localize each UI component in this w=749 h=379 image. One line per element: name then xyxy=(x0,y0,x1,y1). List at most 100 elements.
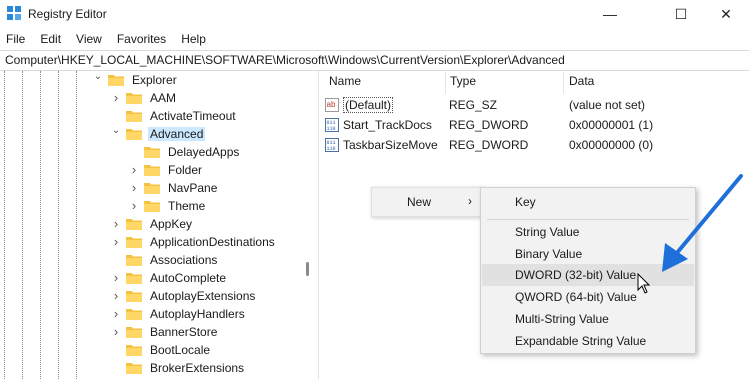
tree-node[interactable]: Associations xyxy=(111,251,219,269)
tree-node[interactable]: › AAM xyxy=(111,89,178,107)
new-submenu: Key String Value Binary Value DWORD (32-… xyxy=(480,187,696,354)
folder-icon xyxy=(126,236,142,248)
folder-icon xyxy=(144,182,160,194)
chevron-right-icon[interactable]: › xyxy=(111,307,121,320)
tree-node[interactable]: › ApplicationDestinations xyxy=(111,233,277,251)
chevron-down-icon[interactable]: ⌄ xyxy=(111,126,121,139)
tree-node-label: BootLocale xyxy=(150,343,211,357)
mouse-cursor-icon xyxy=(637,273,651,294)
tree-node[interactable]: › AutoplayHandlers xyxy=(111,305,247,323)
folder-icon xyxy=(126,254,142,266)
tree-guide-line xyxy=(76,71,77,379)
pane-splitter[interactable] xyxy=(318,71,323,379)
menu-item-new[interactable]: New xyxy=(407,195,431,209)
maximize-button[interactable]: ☐ xyxy=(658,0,704,28)
tree-node[interactable]: ⌄ Advanced xyxy=(111,125,206,143)
folder-icon xyxy=(126,326,142,338)
folder-icon xyxy=(126,308,142,320)
tree-node[interactable]: › BannerStore xyxy=(111,323,219,341)
chevron-right-icon[interactable]: › xyxy=(111,271,121,284)
submenu-arrow-icon: › xyxy=(468,194,472,208)
maximize-icon: ☐ xyxy=(674,5,688,22)
menu-file[interactable]: File xyxy=(0,30,33,48)
tree-guide-line xyxy=(22,71,23,379)
folder-icon xyxy=(126,128,142,140)
folder-icon xyxy=(126,290,142,302)
chevron-right-icon[interactable]: › xyxy=(111,217,121,230)
binary-value-icon: 011 110 xyxy=(325,118,339,132)
menu-item-string-value[interactable]: String Value xyxy=(482,221,694,243)
close-button[interactable]: ✕ xyxy=(703,0,749,28)
folder-icon xyxy=(108,74,124,86)
folder-icon xyxy=(144,164,160,176)
tree-node-label: Associations xyxy=(150,253,218,267)
scrollbar-thumb[interactable] xyxy=(306,262,309,276)
tree-node[interactable]: › Theme xyxy=(129,197,207,215)
minimize-button[interactable]: — xyxy=(587,0,633,28)
chevron-right-icon[interactable]: › xyxy=(111,289,121,302)
folder-icon xyxy=(144,146,160,158)
tree-node-label: AutoComplete xyxy=(150,271,227,285)
column-divider[interactable] xyxy=(563,72,564,94)
binary-value-icon: 011 110 xyxy=(325,138,339,152)
tree-node[interactable]: › AutoComplete xyxy=(111,269,228,287)
tree-node[interactable]: ActivateTimeout xyxy=(111,107,238,125)
menu-edit[interactable]: Edit xyxy=(33,30,69,48)
menu-favorites[interactable]: Favorites xyxy=(110,30,174,48)
tree-node[interactable]: DelayedApps xyxy=(129,143,241,161)
tree-node-label: BannerStore xyxy=(150,325,218,339)
column-header-name[interactable]: Name xyxy=(329,74,361,88)
tree-scrollbar[interactable] xyxy=(304,71,318,379)
tree-node-label: DelayedApps xyxy=(168,145,240,159)
title-bar: Registry Editor — ☐ ✕ xyxy=(0,0,749,28)
chevron-right-icon[interactable]: › xyxy=(111,325,121,338)
menu-view[interactable]: View xyxy=(69,30,110,48)
column-divider[interactable] xyxy=(445,72,446,94)
folder-icon xyxy=(126,272,142,284)
string-value-icon: ab xyxy=(325,98,339,112)
value-data: 0x00000000 (0) xyxy=(569,138,654,152)
tree-node-label: AAM xyxy=(150,91,177,105)
chevron-right-icon[interactable]: › xyxy=(129,163,139,176)
chevron-down-icon[interactable]: ⌄ xyxy=(93,72,103,85)
tree-node[interactable]: BootLocale xyxy=(111,341,212,359)
svg-text:110: 110 xyxy=(327,126,336,132)
folder-icon xyxy=(126,92,142,104)
value-type: REG_SZ xyxy=(449,98,498,112)
tree-node-label: ActivateTimeout xyxy=(150,109,236,123)
menu-item-key[interactable]: Key xyxy=(482,191,694,213)
menu-item-dword-value[interactable]: DWORD (32-bit) Value xyxy=(482,264,694,286)
svg-text:110: 110 xyxy=(327,146,336,152)
tree-node[interactable]: › Folder xyxy=(129,161,204,179)
chevron-right-icon[interactable]: › xyxy=(111,235,121,248)
tree-node-label: ApplicationDestinations xyxy=(150,235,275,249)
menu-help[interactable]: Help xyxy=(174,30,214,48)
tree-node-label: BrokerExtensions xyxy=(150,361,245,375)
value-type: REG_DWORD xyxy=(449,138,529,152)
tree-node[interactable]: BrokerExtensions xyxy=(111,359,246,377)
chevron-right-icon[interactable]: › xyxy=(129,199,139,212)
tree-node[interactable]: › NavPane xyxy=(129,179,219,197)
value-type: REG_DWORD xyxy=(449,118,529,132)
key-tree[interactable]: ⌄ Explorer › AAM ActivateTimeout ⌄ Advanced Del… xyxy=(0,71,318,379)
value-row[interactable]: ab (Default) xyxy=(325,96,725,114)
menu-item-expandable-string-value[interactable]: Expandable String Value xyxy=(482,330,694,352)
folder-icon xyxy=(126,218,142,230)
menu-item-multi-string-value[interactable]: Multi-String Value xyxy=(482,308,694,330)
menu-item-qword-value[interactable]: QWORD (64-bit) Value xyxy=(482,286,694,308)
chevron-right-icon[interactable]: › xyxy=(129,181,139,194)
tree-guide-line xyxy=(58,71,59,379)
menu-item-binary-value[interactable]: Binary Value xyxy=(482,243,694,265)
svg-text:ab: ab xyxy=(327,100,336,109)
folder-icon xyxy=(144,200,160,212)
column-header-type[interactable]: Type xyxy=(450,74,476,88)
tree-node[interactable]: › AutoplayExtensions xyxy=(111,287,257,305)
tree-node[interactable]: › AppKey xyxy=(111,215,194,233)
tree-node-label: Explorer xyxy=(132,73,177,87)
chevron-right-icon[interactable]: › xyxy=(111,91,121,104)
address-bar[interactable]: Computer\HKEY_LOCAL_MACHINE\SOFTWARE\Mic… xyxy=(0,50,749,71)
column-header-data[interactable]: Data xyxy=(569,74,594,88)
tree-node[interactable]: ⌄ Explorer xyxy=(93,71,179,89)
